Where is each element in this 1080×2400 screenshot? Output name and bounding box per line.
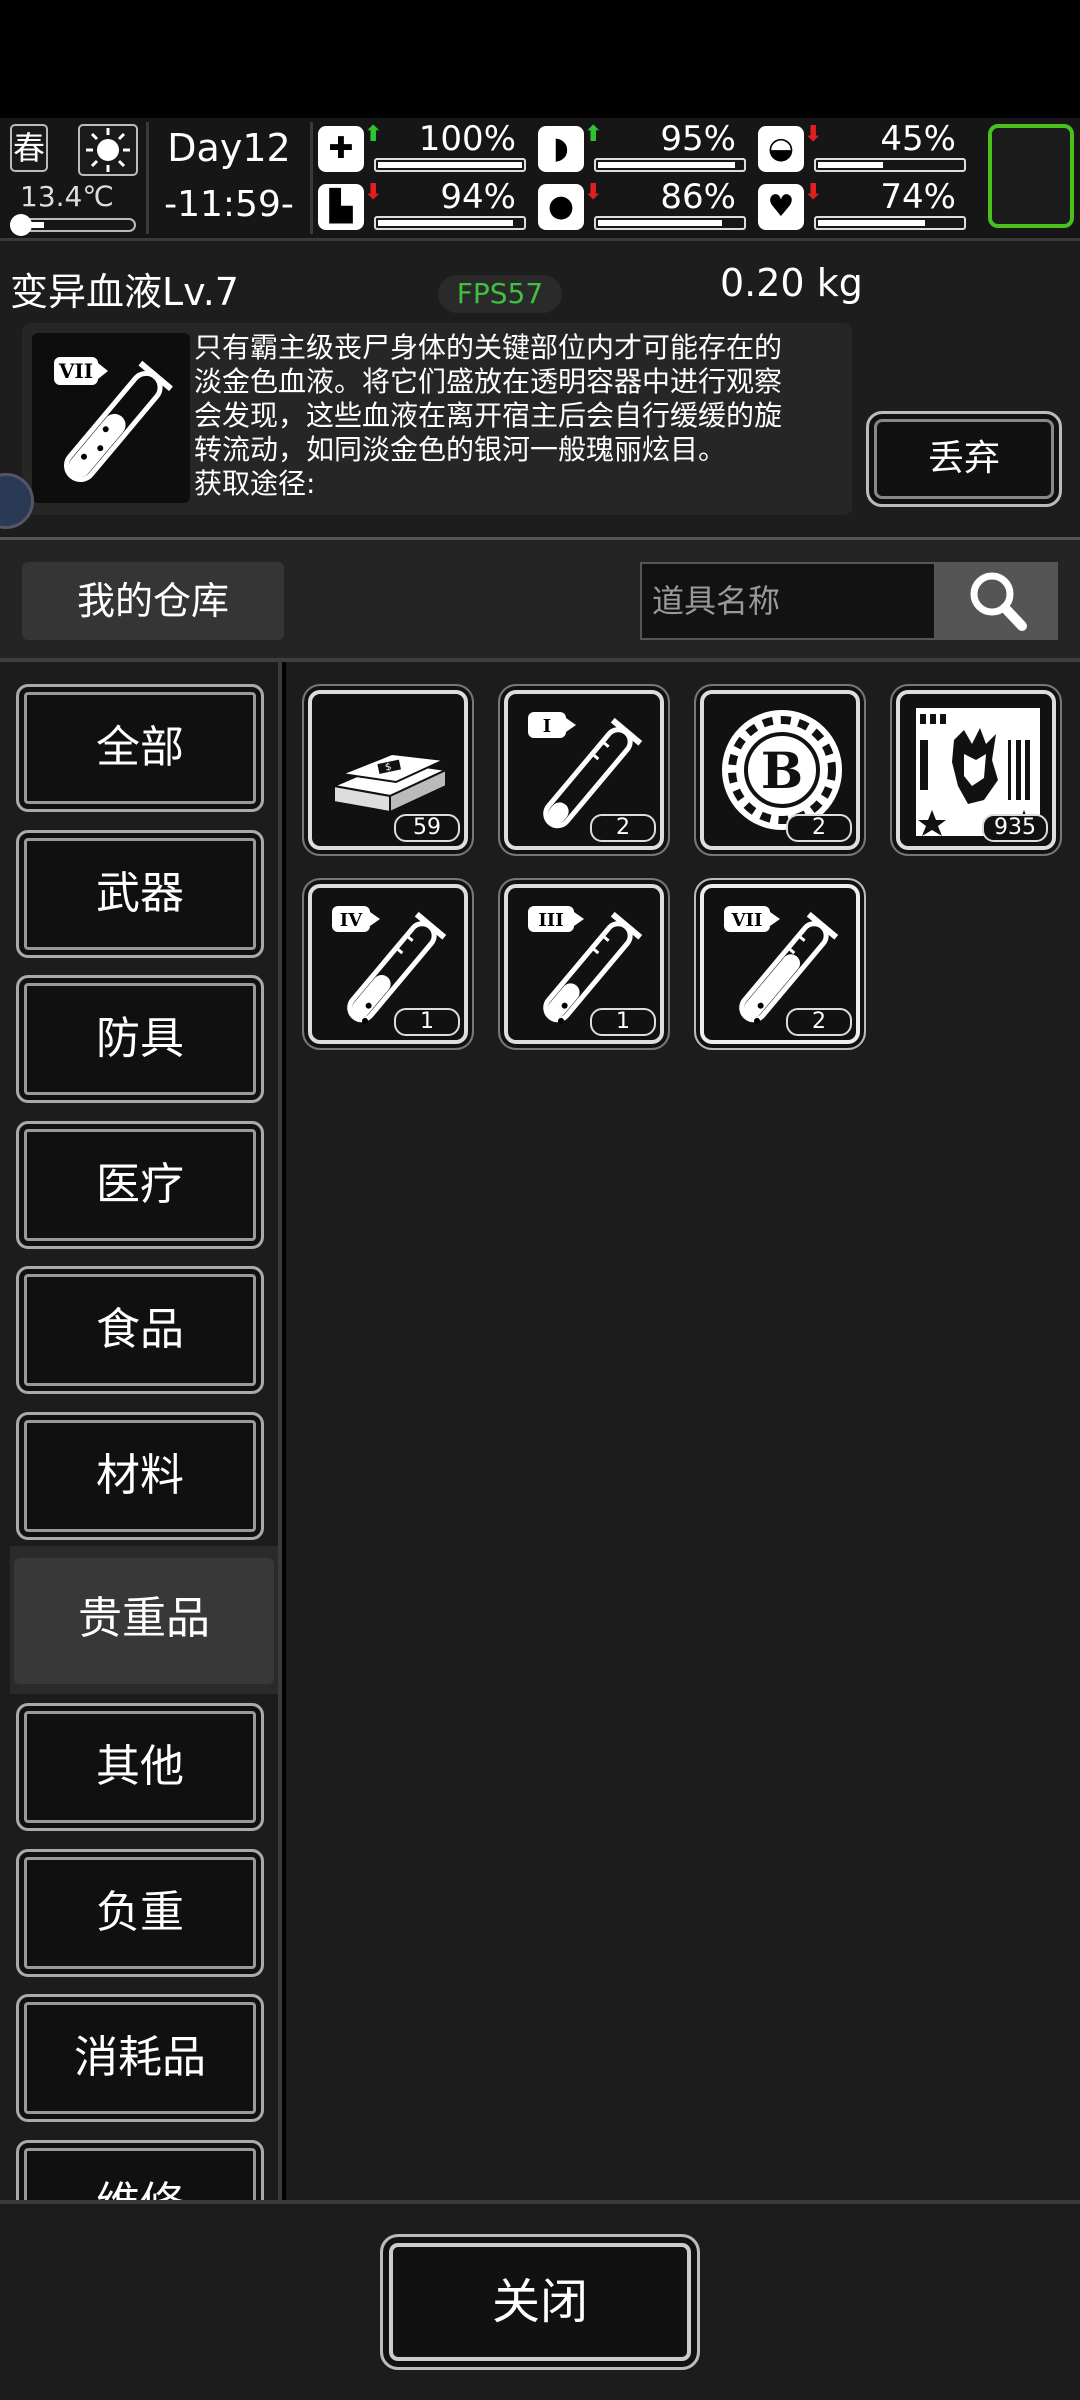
category-tab-6[interactable]: 贵重品 [14, 1557, 274, 1684]
stat-bar [594, 216, 746, 230]
item-name: 变异血液Lv.7 [10, 270, 239, 314]
stat-hunger: ◗ ⬆ 95% [538, 122, 748, 176]
stat-bar [374, 158, 526, 172]
category-tab-8[interactable]: 负重 [16, 1848, 264, 1977]
category-tab-10[interactable]: 维修 [16, 2140, 264, 2200]
search-button[interactable] [936, 562, 1058, 640]
divider [310, 122, 313, 234]
stat-mood: ♥ ⬇ 74% [758, 180, 968, 234]
quick-slot-button[interactable] [988, 124, 1074, 228]
category-tab-4[interactable]: 食品 [16, 1266, 264, 1395]
divider [146, 122, 149, 234]
capsule-icon: ◒ [758, 126, 804, 172]
temperature-label: 13.4℃ [20, 180, 114, 213]
status-bar: 春 13.4℃ Day12 -11:59- ✚ ⬆ 100% ◗ ⬆ 95% ◒ ⬇ 45% ▙ ⬇… [0, 118, 1080, 238]
item-weight: 0.20 kg [720, 261, 863, 305]
svg-text:VII: VII [731, 910, 763, 931]
stat-value: 45% [880, 119, 956, 159]
svg-text:B: B [761, 741, 803, 800]
stat-stamina: ◒ ⬇ 45% [758, 122, 968, 176]
description-line: 转流动，如同淡金色的银河一般瑰丽炫目。 [194, 433, 727, 466]
trend-up-icon: ⬆ [584, 122, 603, 147]
item-search-input[interactable] [640, 562, 936, 640]
day-counter: Day12 [167, 126, 291, 170]
inventory-slot[interactable]: 935 [890, 684, 1062, 856]
svg-text:III: III [538, 910, 563, 931]
stat-health: ✚ ⬆ 100% [318, 122, 528, 176]
stat-bar [594, 158, 746, 172]
category-tab-1[interactable]: 武器 [16, 829, 264, 958]
discard-button[interactable]: 丢弃 [866, 411, 1062, 507]
inventory-slot[interactable]: I 2 [498, 684, 670, 856]
stat-bar [374, 216, 526, 230]
svg-text:IV: IV [340, 910, 363, 931]
item-count-badge: 935 [982, 814, 1048, 842]
stat-leg: ▙ ⬇ 94% [318, 180, 528, 234]
item-count-badge: 1 [590, 1008, 656, 1036]
thermometer-icon [10, 214, 136, 236]
inventory-slot[interactable]: B 2 [694, 684, 866, 856]
svg-text:VII: VII [58, 359, 93, 383]
close-button[interactable]: 关闭 [380, 2234, 700, 2370]
blood-vial-7-icon: VII [32, 333, 190, 503]
stat-value: 95% [660, 119, 736, 159]
item-count-badge: 2 [786, 814, 852, 842]
stat-value: 100% [418, 119, 516, 159]
fps-counter: FPS57 [438, 275, 562, 313]
trend-up-icon: ⬆ [364, 122, 383, 147]
footer: 关闭 [0, 2200, 1080, 2400]
heart-icon: ♥ [758, 184, 804, 230]
stat-value: 74% [880, 177, 956, 217]
leg-icon: ▙ [318, 184, 364, 230]
item-description-box: VII 只有霸主级丧尸身体的关键部位内才可能存在的 淡金色血液。将它们盛放在透明容… [22, 323, 852, 515]
description-line: 淡金色血液。将它们盛放在透明容器中进行观察 [194, 365, 783, 398]
item-description: 只有霸主级丧尸身体的关键部位内才可能存在的 淡金色血液。将它们盛放在透明容器中进行… [194, 331, 854, 501]
trend-down-icon: ⬇ [584, 180, 603, 205]
inventory-slot[interactable]: $ 59 [302, 684, 474, 856]
weather-sun-icon [78, 124, 138, 176]
stat-bar [814, 158, 966, 172]
trend-down-icon: ⬇ [364, 180, 383, 205]
trend-down-icon: ⬇ [804, 122, 823, 147]
season-indicator: 春 [10, 124, 48, 172]
description-line: 只有霸主级丧尸身体的关键部位内才可能存在的 [194, 331, 783, 364]
category-sidebar: 全部武器防具医疗食品材料贵重品其他负重消耗品维修 [0, 662, 282, 2200]
svg-text:I: I [543, 716, 551, 737]
game-clock: -11:59- [164, 184, 294, 225]
my-storage-button[interactable]: 我的仓库 [22, 562, 284, 640]
stat-value: 94% [440, 177, 516, 217]
inventory-slot[interactable]: III 1 [498, 878, 670, 1050]
category-tab-7[interactable]: 其他 [16, 1703, 264, 1832]
category-tab-2[interactable]: 防具 [16, 975, 264, 1104]
category-tab-9[interactable]: 消耗品 [16, 1994, 264, 2123]
category-tab-3[interactable]: 医疗 [16, 1120, 264, 1249]
inventory-grid: $ 59 I 2 B 2 935 IV 1 III 1 VII 2 [286, 662, 1080, 2200]
description-line: 获取途径: [194, 467, 316, 500]
item-count-badge: 2 [786, 1008, 852, 1036]
category-tab-0[interactable]: 全部 [16, 684, 264, 812]
inventory-slot[interactable]: IV 1 [302, 878, 474, 1050]
storage-header: 我的仓库 [0, 540, 1080, 662]
item-count-badge: 59 [394, 814, 460, 842]
item-count-badge: 2 [590, 814, 656, 842]
stomach-icon: ◗ [538, 126, 584, 172]
description-line: 会发现，这些血液在离开宿主后会自行缓缓的旋 [194, 399, 783, 432]
stat-value: 86% [660, 177, 736, 217]
water-drop-icon: ● [538, 184, 584, 230]
medkit-icon: ✚ [318, 126, 364, 172]
trend-down-icon: ⬇ [804, 180, 823, 205]
category-tab-5[interactable]: 材料 [16, 1412, 264, 1540]
stat-thirst: ● ⬇ 86% [538, 180, 748, 234]
stat-bar [814, 216, 966, 230]
search-icon [970, 572, 1027, 631]
item-count-badge: 1 [394, 1008, 460, 1036]
item-detail-panel: 变异血液Lv.7 FPS57 0.20 kg VII 只有霸主级丧尸身体的关键部… [0, 238, 1080, 540]
inventory-slot[interactable]: VII 2 [694, 878, 866, 1050]
